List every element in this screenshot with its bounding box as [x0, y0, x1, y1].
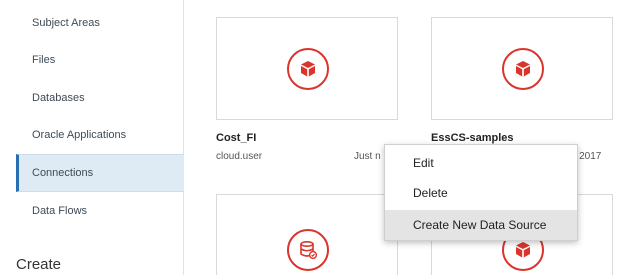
sidebar-item-files[interactable]: Files [16, 41, 184, 79]
menu-item-label: Edit [413, 156, 434, 170]
menu-item-edit[interactable]: Edit [385, 148, 577, 178]
sidebar-item-label: Files [32, 54, 56, 66]
sidebar-item-connections[interactable]: Connections [16, 154, 184, 192]
sidebar-item-label: Oracle Applications [32, 129, 127, 141]
sidebar-item-databases[interactable]: Databases [16, 79, 184, 117]
card-owner: cloud.user [216, 151, 263, 162]
sidebar-item-oracle-applications[interactable]: Oracle Applications [16, 116, 184, 154]
connection-card-thumbnail[interactable] [216, 17, 398, 120]
card-modified: Just n [354, 151, 381, 162]
sidebar-item-data-flows[interactable]: Data Flows [16, 192, 184, 230]
sidebar: Subject Areas Files Databases Oracle App… [0, 0, 184, 275]
menu-item-create-new-data-source[interactable]: Create New Data Source [385, 210, 577, 240]
menu-item-label: Delete [413, 186, 448, 200]
card-title[interactable]: EssCS-samples [431, 132, 514, 144]
connection-card-thumbnail[interactable] [216, 194, 398, 275]
cube-icon [502, 48, 544, 90]
context-menu: Edit Delete Create New Data Source [384, 144, 578, 241]
card-title[interactable]: Cost_FI [216, 132, 256, 144]
sidebar-item-label: Data Flows [32, 205, 88, 217]
sidebar-item-label: Connections [32, 167, 94, 179]
cube-icon [287, 48, 329, 90]
sidebar-item-subject-areas[interactable]: Subject Areas [16, 4, 184, 42]
menu-item-delete[interactable]: Delete [385, 178, 577, 208]
sidebar-item-label: Subject Areas [32, 17, 100, 29]
create-heading: Create [16, 256, 62, 273]
sidebar-item-label: Databases [32, 92, 85, 104]
connection-card-thumbnail[interactable] [431, 17, 613, 120]
menu-item-label: Create New Data Source [413, 218, 547, 232]
database-icon [287, 229, 329, 271]
